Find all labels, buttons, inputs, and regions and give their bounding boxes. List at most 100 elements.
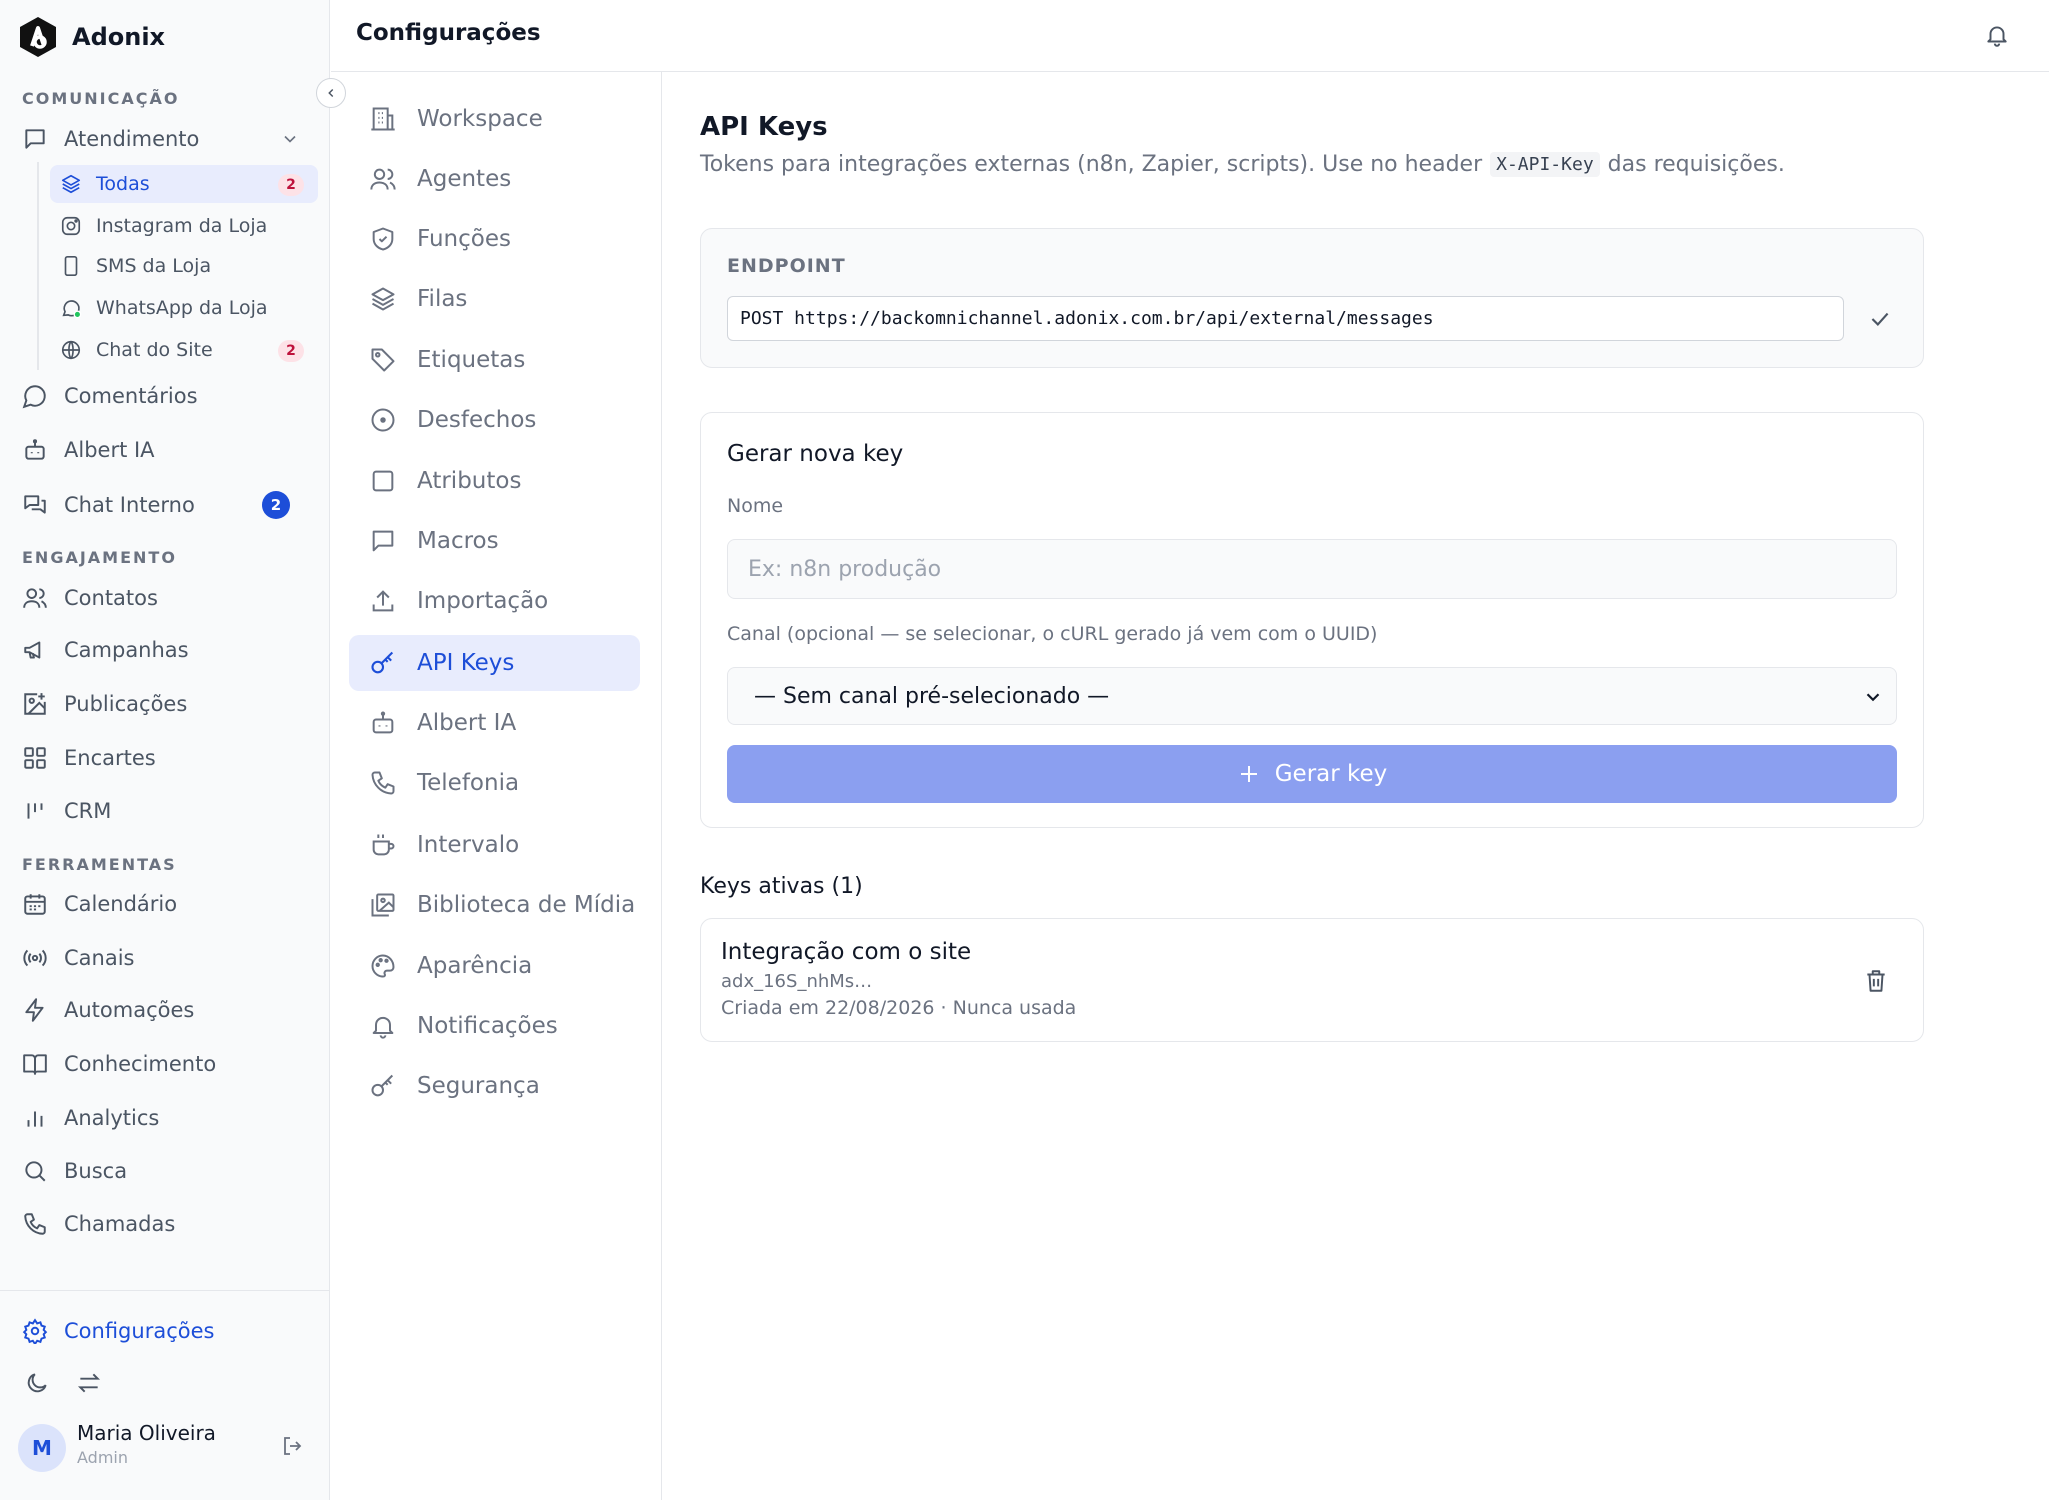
sidebar-item-canais[interactable]: Canais [22, 938, 312, 978]
settings-item-label: Telefonia [417, 770, 520, 796]
sidebar-item-comentarios[interactable]: Comentários [22, 376, 312, 416]
settings-item-notificacoes[interactable]: Notificações [349, 998, 640, 1054]
generate-key-card: Gerar nova key Nome Canal (opcional — se… [700, 412, 1924, 828]
moon-icon[interactable] [24, 1370, 50, 1396]
grid-icon [24, 747, 46, 769]
collapse-sidebar-button[interactable] [316, 78, 346, 108]
avatar[interactable]: M [18, 1424, 66, 1472]
swap-icon[interactable] [76, 1370, 102, 1396]
zap-icon [25, 998, 44, 1022]
bar-chart-icon [27, 1111, 43, 1127]
settings-item-seguranca[interactable]: Segurança [349, 1058, 640, 1114]
sidebar-item-label: Busca [64, 1159, 128, 1183]
settings-item-biblioteca-midia[interactable]: Biblioteca de Mídia [349, 877, 640, 933]
sidebar-item-publicacoes[interactable]: Publicações [22, 684, 312, 724]
settings-item-albert-ia[interactable]: Albert IA [349, 695, 640, 751]
settings-item-filas[interactable]: Filas [349, 271, 640, 327]
trash-icon[interactable] [1863, 967, 1889, 995]
sidebar-item-analytics[interactable]: Analytics [22, 1098, 312, 1138]
settings-item-label: Segurança [417, 1073, 540, 1099]
endpoint-card: ENDPOINT POST https://backomnichannel.ad… [700, 228, 1924, 368]
sidebar-item-label: Contatos [64, 586, 158, 610]
sidebar-subitem-chat-site[interactable]: Chat do Site 2 [50, 331, 318, 369]
brand-name: Adonix [72, 23, 166, 51]
settings-item-label: Funções [417, 226, 511, 252]
sidebar-item-chat-interno[interactable]: Chat Interno 2 [22, 485, 312, 525]
settings-item-etiquetas[interactable]: Etiquetas [349, 332, 640, 388]
generate-key-button[interactable]: Gerar key [727, 745, 1897, 803]
sidebar-item-albert-ia[interactable]: Albert IA [22, 430, 312, 470]
sidebar-item-contatos[interactable]: Contatos [22, 578, 312, 618]
sidebar-subitem-label: WhatsApp da Loja [96, 297, 268, 319]
key-name-input[interactable] [727, 539, 1897, 599]
settings-item-aparencia[interactable]: Aparência [349, 938, 640, 994]
sidebar-item-automacoes[interactable]: Automações [22, 990, 312, 1030]
chevron-down-icon[interactable] [280, 129, 300, 149]
logout-icon[interactable] [280, 1434, 304, 1458]
settings-item-telefonia[interactable]: Telefonia [349, 755, 640, 811]
square-icon [372, 470, 394, 492]
sidebar-subitem-label: Todas [96, 173, 150, 195]
sidebar-item-label: Chamadas [64, 1212, 176, 1236]
sidebar-subitem-instagram[interactable]: Instagram da Loja [50, 207, 318, 245]
sidebar-item-crm[interactable]: CRM [22, 791, 312, 831]
sidebar-item-label: Analytics [64, 1106, 160, 1130]
settings-item-macros[interactable]: Macros [349, 513, 640, 569]
settings-item-label: Filas [417, 286, 468, 312]
palette-icon [371, 954, 395, 978]
settings-item-label: Aparência [417, 953, 533, 979]
settings-item-importacao[interactable]: Importação [349, 573, 640, 629]
adonix-logo-icon [20, 17, 56, 57]
settings-item-label: API Keys [417, 650, 515, 676]
sidebar-item-encartes[interactable]: Encartes [22, 738, 312, 778]
settings-item-funcoes[interactable]: Funções [349, 211, 640, 267]
channel-select[interactable]: — Sem canal pré-selecionado — [727, 667, 1897, 725]
submenu-guide-line [37, 162, 39, 370]
shield-icon [372, 227, 394, 251]
sidebar-item-calendario[interactable]: Calendário [22, 884, 312, 924]
sidebar-item-configuracoes[interactable]: Configurações [22, 1311, 312, 1351]
unread-badge: 2 [262, 491, 290, 519]
bell-icon[interactable] [1984, 21, 2010, 49]
settings-item-label: Workspace [417, 106, 543, 132]
settings-item-label: Intervalo [417, 832, 520, 858]
endpoint-url-field[interactable]: POST https://backomnichannel.adonix.com.… [727, 296, 1844, 341]
check-icon[interactable] [1867, 306, 1893, 332]
sidebar-subitem-whatsapp[interactable]: WhatsApp da Loja [50, 289, 318, 327]
settings-item-atributos[interactable]: Atributos [349, 453, 640, 509]
api-key-meta: Criada em 22/08/2026 · Nunca usada [721, 997, 1077, 1019]
sidebar-item-campanhas[interactable]: Campanhas [22, 630, 312, 670]
settings-item-workspace[interactable]: Workspace [349, 91, 640, 147]
images-icon [371, 893, 395, 917]
settings-item-agentes[interactable]: Agentes [349, 151, 640, 207]
sidebar-subitem-todas[interactable]: Todas 2 [50, 165, 318, 203]
brand[interactable]: Adonix [18, 16, 165, 58]
users-icon [370, 168, 396, 190]
sidebar: Adonix COMUNICAÇÃO Atendimento Todas 2 I… [0, 0, 330, 1500]
settings-item-label: Importação [417, 588, 549, 614]
sidebar-subitem-label: Chat do Site [96, 339, 213, 361]
sidebar-item-chamadas[interactable]: Chamadas [22, 1204, 312, 1244]
chevron-down-icon [1866, 693, 1880, 702]
sidebar-subitem-sms[interactable]: SMS da Loja [50, 247, 318, 285]
sidebar-item-busca[interactable]: Busca [22, 1151, 312, 1191]
sidebar-divider [0, 1290, 330, 1291]
section-title-communication: COMUNICAÇÃO [22, 89, 180, 108]
image-plus-icon [24, 693, 46, 715]
sidebar-item-atendimento[interactable]: Atendimento [22, 119, 312, 159]
phone-call-icon [24, 1213, 46, 1235]
endpoint-label: ENDPOINT [727, 255, 846, 277]
users-icon [23, 588, 47, 608]
chevron-left-icon [328, 88, 334, 98]
key-icon [371, 1074, 394, 1097]
sidebar-item-conhecimento[interactable]: Conhecimento [22, 1044, 312, 1084]
settings-item-intervalo[interactable]: Intervalo [349, 817, 640, 873]
settings-item-desfechos[interactable]: Desfechos [349, 392, 640, 448]
settings-item-label: Desfechos [417, 407, 537, 433]
settings-item-label: Albert IA [417, 710, 517, 736]
settings-nav: Workspace Agentes Funções Filas Etiqueta… [331, 72, 662, 1500]
sidebar-item-label: Atendimento [64, 127, 200, 151]
settings-item-api-keys[interactable]: API Keys [349, 635, 640, 691]
instagram-icon [61, 216, 81, 236]
sidebar-item-label: CRM [64, 799, 112, 823]
